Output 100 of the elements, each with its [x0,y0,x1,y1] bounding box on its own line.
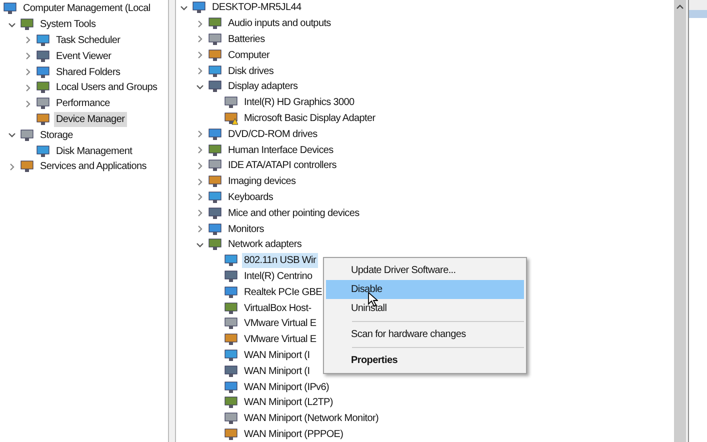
chevron-right-icon[interactable] [196,67,204,76]
device-icon [224,254,238,268]
device-icon [208,144,222,157]
chevron-right-icon[interactable] [196,51,204,60]
device-icon [36,66,50,79]
tree-item[interactable]: Display adapters [226,79,300,94]
device-icon [36,81,50,94]
device-icon [36,112,50,126]
device-icon [20,128,34,142]
chevron-right-icon[interactable] [8,162,16,171]
tree-item[interactable]: Human Interface Devices [226,142,336,158]
tree-item[interactable]: Performance [54,96,112,112]
menu-item[interactable]: Uninstall [326,299,524,318]
device-icon [224,380,238,394]
tree-item[interactable]: WAN Miniport (Network Monitor) [242,411,381,426]
tree-item[interactable]: VMware Virtual E [242,332,318,348]
menu-item[interactable]: Update Driver Software... [326,261,524,280]
chevron-right-icon[interactable] [196,178,204,186]
chevron-right-icon[interactable] [24,68,32,76]
tree-item[interactable]: Network adapters [226,237,304,252]
device-icon [224,286,238,299]
tree-item[interactable]: Microsoft Basic Display Adapter [242,110,378,126]
tree-item[interactable]: WAN Miniport (PPPOE) [242,426,346,442]
tree-item[interactable]: Realtek PCIe GBE [242,284,324,300]
device-icon [208,32,222,46]
menu-item[interactable]: Disable [326,280,524,299]
device-icon [208,238,222,252]
tree-item[interactable]: WAN Miniport (L2TP) [242,395,335,410]
tree-item[interactable]: Computer Management (Local [21,1,152,16]
chevron-right-icon[interactable] [24,52,32,60]
device-icon [208,48,222,62]
chevron-right-icon[interactable] [196,130,204,138]
scroll-up-icon[interactable] [676,3,684,11]
tree-item[interactable]: Computer [226,48,272,63]
menu-item[interactable]: Properties [326,351,524,370]
device-icon [224,412,238,426]
tree-item[interactable]: DVD/CD-ROM drives [226,126,320,142]
tree-item[interactable]: Storage [38,128,75,143]
device-icon [36,50,50,63]
device-icon [208,128,222,141]
device-icon [224,302,238,315]
tree-item[interactable]: Audio inputs and outputs [226,16,333,32]
chevron-right-icon[interactable] [196,20,204,28]
tree-item[interactable]: Event Viewer [54,48,114,64]
device-icon [208,222,222,236]
chevron-right-icon[interactable] [196,35,204,44]
tree-item[interactable]: IDE ATA/ATAPI controllers [226,158,338,174]
tree-item[interactable]: Imaging devices [226,174,298,190]
device-icon [224,396,238,410]
device-icon [208,64,222,78]
device-icon [224,317,238,330]
chevron-right-icon[interactable] [196,209,204,218]
tree-item[interactable]: Intel(R) Centrino [242,268,314,284]
tree-item[interactable]: WAN Miniport (I [242,364,312,379]
tree-item[interactable]: WAN Miniport (I [242,348,312,363]
tree-item[interactable]: WAN Miniport (IPv6) [242,380,332,395]
chevron-right-icon[interactable] [196,225,204,234]
device-icon [208,80,222,94]
device-icon [192,1,206,14]
chevron-right-icon[interactable] [196,162,204,170]
device-icon [224,270,238,283]
tree-item[interactable]: VirtualBox Host- [242,300,314,316]
chevron-down-icon[interactable] [196,82,204,91]
tree-item[interactable]: Batteries [226,32,267,47]
device-icon [36,34,50,47]
device-icon [224,428,238,441]
device-icon [224,348,238,362]
chevron-down-icon[interactable] [8,20,16,29]
tree-item[interactable]: VMware Virtual E [242,316,318,332]
tree-item[interactable]: Monitors [226,222,266,237]
tree-item[interactable]: Shared Folders [54,64,122,80]
device-icon [224,333,238,346]
device-icon [36,144,50,158]
device-icon [208,190,222,204]
scrollbar[interactable] [674,0,686,442]
chevron-down-icon[interactable] [196,240,204,249]
device-icon [36,97,50,110]
device-icon [20,18,34,32]
chevron-down-icon[interactable] [180,4,188,12]
chevron-down-icon[interactable] [8,131,16,140]
tree-item[interactable]: 802.11n USB Wir [242,253,318,268]
menu-item[interactable]: Scan for hardware changes [326,325,524,344]
tree-item[interactable]: Local Users and Groups [54,80,160,96]
tree-item[interactable]: Services and Applications [38,159,148,174]
tree-item[interactable]: Task Scheduler [54,32,122,48]
tree-item[interactable]: Disk Management [54,144,134,159]
tree-item[interactable]: System Tools [38,17,98,32]
tree-item[interactable]: Keyboards [226,190,276,205]
tree-item[interactable]: DESKTOP-MR5JL44 [210,0,304,16]
tree-item[interactable]: Disk drives [226,64,276,79]
chevron-right-icon[interactable] [24,84,32,92]
device-icon [3,2,17,16]
device-icon [208,175,222,188]
chevron-right-icon[interactable] [24,100,32,108]
tree-item[interactable]: Intel(R) HD Graphics 3000 [242,95,356,110]
tree-item[interactable]: Mice and other pointing devices [226,206,362,221]
tree-item[interactable]: Device Manager [54,112,127,127]
chevron-right-icon[interactable] [24,36,32,44]
chevron-right-icon[interactable] [196,193,204,202]
chevron-right-icon[interactable] [196,146,204,154]
